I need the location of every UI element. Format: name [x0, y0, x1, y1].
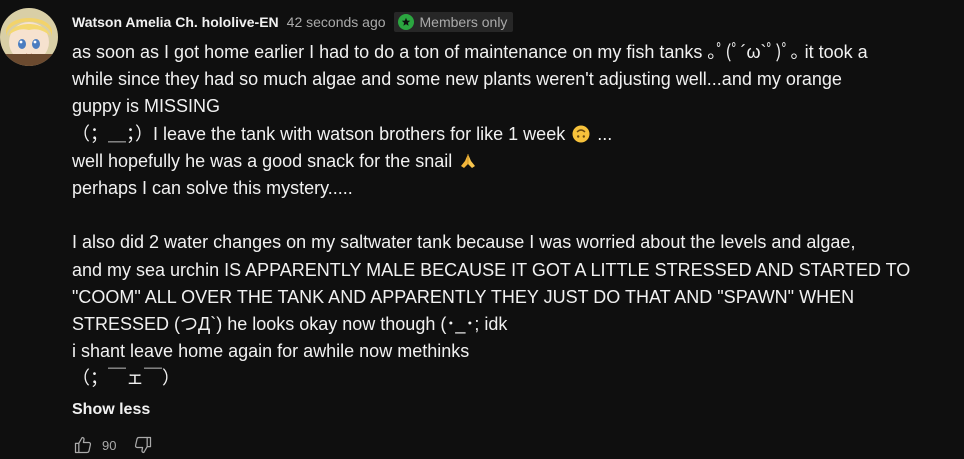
comment-line: perhaps I can solve this mystery.....	[72, 178, 353, 199]
author-name[interactable]: Watson Amelia Ch. hololive-EN	[72, 14, 279, 30]
comment-line-with-emoji: （；＿；）I leave the tank with watson brothe…	[72, 121, 952, 148]
members-only-badge: Members only	[393, 12, 514, 32]
comment-line: as soon as I got home earlier I had to d…	[72, 42, 868, 62]
show-less-button[interactable]: Show less	[72, 401, 150, 419]
thumbs-up-icon	[74, 436, 92, 454]
comment-line: STRESSED (つД`) he looks okay now though …	[72, 314, 508, 335]
badge-label: Members only	[419, 14, 508, 30]
comment-line: "COOM" ALL OVER THE TANK AND APPARENTLY …	[72, 286, 855, 307]
comment-line-text: well hopefully he was a good snack for t…	[72, 150, 453, 171]
comment-header: Watson Amelia Ch. hololive-EN 42 seconds…	[72, 10, 952, 34]
comment-line: i shant leave home again for awhile now …	[72, 341, 470, 362]
member-badge-icon	[397, 14, 414, 30]
avatar-image	[0, 8, 58, 66]
comment-line-suffix: ...	[592, 123, 613, 144]
like-count: 90	[102, 437, 117, 453]
upside-down-face-emoji	[572, 125, 590, 143]
avatar[interactable]	[0, 8, 58, 66]
folded-hands-emoji	[459, 152, 477, 170]
comment-actions: 90	[72, 434, 154, 456]
comment-line: and my sea urchin IS APPARENTLY MALE BEC…	[72, 259, 911, 280]
dislike-button[interactable]	[132, 434, 154, 456]
comment-line	[72, 202, 952, 229]
comment-line: I also did 2 water changes on my saltwat…	[72, 232, 856, 253]
comment-line: while since they had so much algae and s…	[72, 69, 842, 90]
comment-timestamp[interactable]: 42 seconds ago	[287, 14, 386, 30]
comment-line-text: （；＿；）I leave the tank with watson brothe…	[72, 123, 566, 144]
like-button[interactable]	[72, 434, 94, 456]
comment-line-with-emoji: well hopefully he was a good snack for t…	[72, 148, 952, 175]
comment-content: Watson Amelia Ch. hololive-EN 42 seconds…	[72, 10, 952, 419]
comment-text: as soon as I got home earlier I had to d…	[72, 39, 952, 393]
comment-line: guppy is MISSING	[72, 96, 221, 117]
comment-line: （；￣ェ￣）	[72, 368, 180, 389]
thumbs-down-icon	[135, 436, 152, 454]
